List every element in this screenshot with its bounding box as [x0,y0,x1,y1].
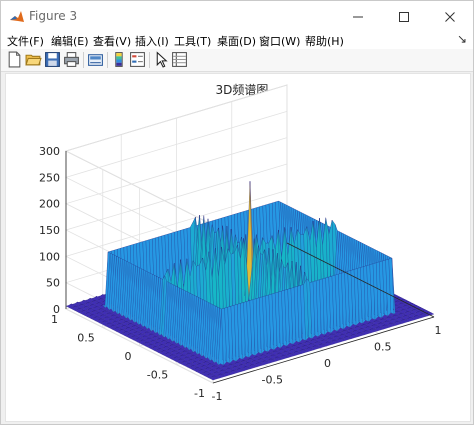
z-tick-label: 50 [46,277,60,290]
figure-canvas: 3D频谱图 0 50 100 150 200 250 300 -1 -0.5 0 0.5 1 -1 -0.… [5,73,471,422]
print-icon[interactable] [63,51,80,68]
menu-help[interactable]: 帮助(H) [305,33,344,49]
close-button[interactable] [427,1,473,32]
figure-window: Figure 3 文件(F) 编辑(E) 查看(V) 插入(I) 工具(T) 桌… [0,0,474,425]
menu-insert[interactable]: 插入(I) [135,33,169,49]
menu-bar: 文件(F) 编辑(E) 查看(V) 插入(I) 工具(T) 桌面(D) 窗口(W… [1,32,473,49]
toolbar-separator [149,52,150,68]
maximize-icon [399,11,409,22]
minimize-button[interactable] [335,1,381,32]
x-tick-label: 0 [324,357,331,370]
toolbar-separator [83,52,84,68]
menu-edit[interactable]: 编辑(E) [51,33,89,49]
pointer-icon[interactable] [153,51,170,68]
x-tick-label: 0.5 [374,341,392,354]
minimize-icon [353,16,363,17]
y-tick-label: 0.5 [77,332,95,345]
z-tick-label: 200 [39,198,60,211]
menu-window[interactable]: 窗口(W) [259,33,300,49]
save-icon[interactable] [44,51,61,68]
z-tick-label: 300 [39,145,60,158]
y-tick-label: 0 [125,350,132,363]
surface-plot[interactable]: 3D频谱图 050100150200250300-1-0.500.51-1-0.… [6,74,470,421]
menu-desktop[interactable]: 桌面(D) [217,33,256,49]
menu-tools[interactable]: 工具(T) [174,33,211,49]
open-file-icon[interactable] [25,51,42,68]
z-tick-label: 100 [39,250,60,263]
new-figure-icon[interactable] [6,51,23,68]
dock-figure-button[interactable]: ↘ [457,32,467,46]
z-tick-label: 250 [39,171,60,184]
menu-file[interactable]: 文件(F) [7,33,44,49]
y-tick-label: 1 [51,313,58,326]
matlab-icon [9,9,25,25]
figure-toolbar [1,49,473,72]
maximize-button[interactable] [381,1,427,32]
property-inspector-icon[interactable] [171,51,188,68]
x-tick-label: 1 [435,324,442,337]
z-tick-label: 150 [39,224,60,237]
title-bar: Figure 3 [1,1,473,32]
y-tick-label: -0.5 [147,369,168,382]
close-icon [445,11,455,22]
legend-icon[interactable] [129,51,146,68]
colorbar-icon[interactable] [111,51,128,68]
x-tick-label: -0.5 [262,374,283,387]
window-title: Figure 3 [29,9,78,23]
y-tick-label: -1 [194,387,205,400]
toolbar-separator [107,52,108,68]
link-plot-icon[interactable] [87,51,104,68]
x-tick-label: -1 [212,390,223,403]
menu-view[interactable]: 查看(V) [93,33,131,49]
